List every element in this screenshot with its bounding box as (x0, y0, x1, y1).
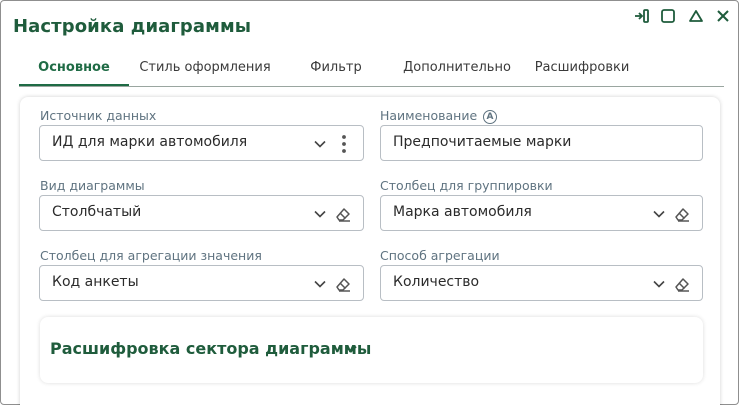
auto-badge-icon: A (483, 110, 497, 124)
agg-column-value: Код анкеты (52, 274, 139, 290)
agg-column-select[interactable]: Код анкеты (39, 265, 364, 301)
tab-drilldowns[interactable]: Расшифровки (529, 53, 635, 86)
eraser-icon[interactable] (333, 274, 353, 294)
chart-type-label: Вид диаграммы (40, 178, 145, 193)
drilldown-section: Расшифровка сектора диаграммы (40, 317, 703, 383)
agg-column-label: Столбец для агрегации значения (40, 248, 262, 263)
chevron-down-icon[interactable] (343, 341, 359, 357)
close-icon[interactable] (714, 7, 732, 25)
chevron-down-icon[interactable] (310, 274, 330, 294)
chevron-down-icon[interactable] (310, 204, 330, 224)
agg-method-value: Количество (393, 274, 480, 290)
dialog-title: Настройка диаграммы (13, 16, 252, 37)
chart-type-select[interactable]: Столбчатый (39, 195, 364, 231)
chart-type-value: Столбчатый (52, 204, 142, 220)
tab-bar: Основное Стиль оформления Фильтр Дополни… (19, 53, 724, 87)
name-input[interactable]: Предпочитаемые марки (380, 125, 703, 161)
name-label: Наименование (380, 108, 478, 123)
group-column-label: Столбец для группировки (380, 178, 553, 193)
drilldown-section-title[interactable]: Расшифровка сектора диаграммы (50, 339, 371, 358)
eraser-icon[interactable] (672, 204, 692, 224)
agg-method-label: Способ агрегации (380, 248, 500, 263)
tab-style[interactable]: Стиль оформления (133, 53, 277, 86)
chevron-down-icon[interactable] (310, 134, 330, 154)
tab-filter[interactable]: Фильтр (295, 53, 377, 86)
chart-settings-dialog: Настройка диаграммы Основное Стиль оформ… (0, 0, 739, 405)
name-value: Предпочитаемые марки (393, 134, 572, 150)
maximize-icon[interactable] (659, 7, 677, 25)
pin-icon[interactable] (633, 7, 651, 25)
more-vertical-icon[interactable] (334, 134, 354, 154)
tab-advanced[interactable]: Дополнительно (395, 53, 519, 86)
eraser-icon[interactable] (333, 204, 353, 224)
chevron-down-icon[interactable] (649, 204, 669, 224)
tab-main[interactable]: Основное (19, 53, 129, 86)
data-source-label: Источник данных (40, 108, 157, 123)
group-column-value: Марка автомобиля (393, 204, 532, 220)
collapse-icon[interactable] (687, 7, 705, 25)
chevron-down-icon[interactable] (649, 274, 669, 294)
data-source-select[interactable]: ИД для марки автомобиля (39, 125, 364, 161)
group-column-select[interactable]: Марка автомобиля (380, 195, 703, 231)
agg-method-select[interactable]: Количество (380, 265, 703, 301)
main-form-panel: Источник данных ИД для марки автомобиля … (20, 97, 720, 405)
data-source-value: ИД для марки автомобиля (52, 134, 248, 150)
eraser-icon[interactable] (672, 274, 692, 294)
